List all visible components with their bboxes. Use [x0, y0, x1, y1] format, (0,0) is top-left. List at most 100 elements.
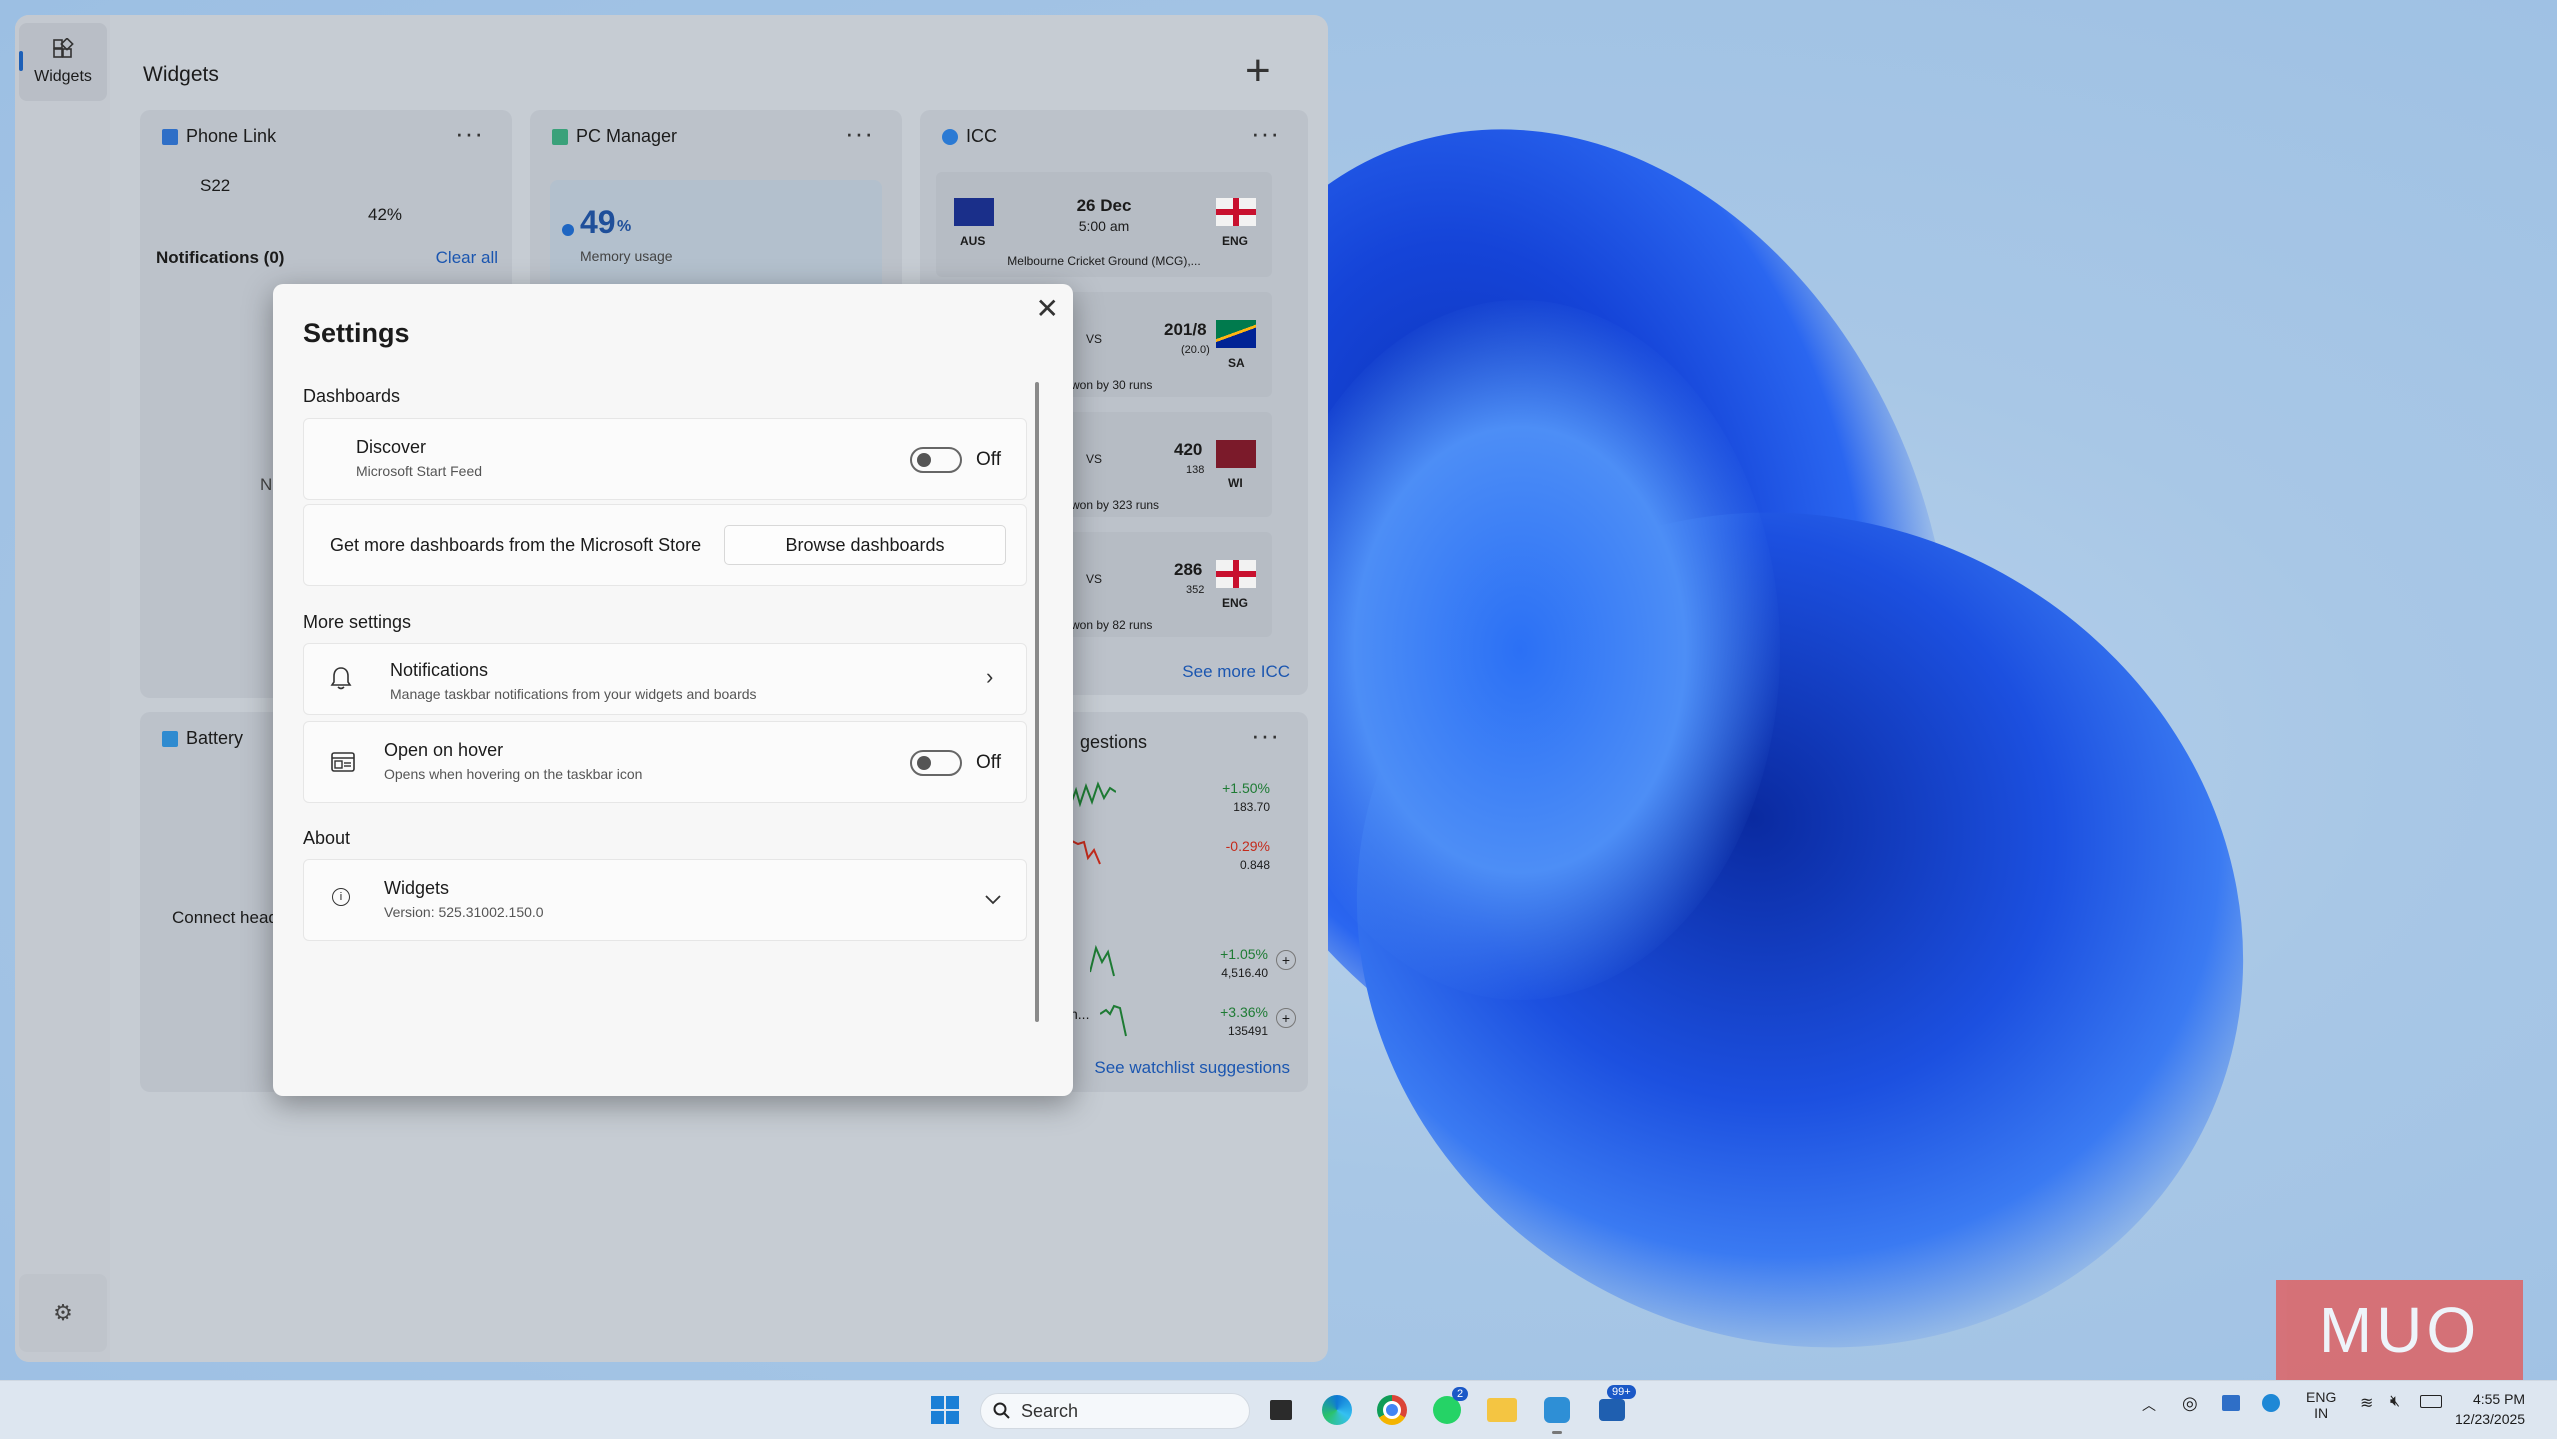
- globe-icon[interactable]: ◎: [2182, 1393, 2198, 1414]
- search-placeholder: Search: [1021, 1400, 1079, 1421]
- watchlist-item[interactable]: +1.50% 183.70: [1070, 772, 1290, 822]
- clear-all-link[interactable]: Clear all: [436, 248, 498, 268]
- add-widget-button[interactable]: +: [1245, 49, 1271, 93]
- more-options-button[interactable]: ···: [1251, 720, 1280, 751]
- phone-link-tray-icon[interactable]: [2222, 1391, 2240, 1411]
- notifications-row[interactable]: Notifications Manage taskbar notificatio…: [303, 643, 1027, 715]
- gear-icon: ⚙: [53, 1300, 73, 1325]
- file-explorer-button[interactable]: [1483, 1391, 1521, 1429]
- memory-unit: %: [617, 218, 632, 235]
- price-value: 4,516.40: [1221, 966, 1268, 980]
- start-button[interactable]: [926, 1391, 964, 1429]
- store-row: Get more dashboards from the Microsoft S…: [303, 504, 1027, 586]
- earbuds-icon: [1544, 1397, 1570, 1423]
- eng-flag-icon: [1216, 198, 1256, 226]
- volume-muted-icon[interactable]: 🔇︎: [2390, 1393, 2400, 1411]
- upcoming-match[interactable]: AUS 26 Dec 5:00 am ENG Melbourne Cricket…: [936, 172, 1272, 277]
- more-options-button[interactable]: ···: [1251, 118, 1280, 149]
- browse-dashboards-button[interactable]: Browse dashboards: [724, 525, 1006, 565]
- rail-item-label: Widgets: [34, 68, 92, 85]
- dialog-scrollbar[interactable]: [1035, 382, 1039, 1022]
- settings-dialog: ✕ Settings Dashboards Discover Microsoft…: [273, 284, 1073, 1096]
- open-on-hover-row: Open on hover Opens when hovering on the…: [303, 721, 1027, 803]
- clock[interactable]: 4:55 PM 12/23/2025: [2455, 1389, 2525, 1429]
- team-code: SA: [1228, 356, 1245, 370]
- change-value: +1.05%: [1220, 946, 1268, 962]
- battery-icon[interactable]: [2420, 1395, 2442, 1408]
- close-icon: ✕: [1035, 293, 1059, 324]
- notifications-count: Notifications (0): [156, 248, 285, 267]
- see-more-icc-link[interactable]: See more ICC: [1182, 662, 1290, 682]
- muo-watermark: MUO: [2276, 1280, 2523, 1380]
- card-title: Phone Link: [162, 126, 276, 147]
- more-options-button[interactable]: ···: [845, 118, 874, 149]
- folder-icon: [1487, 1398, 1517, 1422]
- device-name: S22: [200, 176, 231, 195]
- memory-label: Memory usage: [580, 248, 673, 264]
- task-view-button[interactable]: [1262, 1391, 1300, 1429]
- sa-flag-icon: [1216, 320, 1256, 348]
- toggle-knob: [917, 453, 931, 467]
- sparkline-icon: [1090, 944, 1115, 977]
- team-code: AUS: [960, 234, 986, 248]
- taskbar: Search 2 99+ ︿ ◎ ENG IN ≋ 🔇︎ 4:55 PM 12/2…: [0, 1380, 2557, 1439]
- add-to-watchlist-button[interactable]: +: [1276, 950, 1296, 970]
- rail-item-widgets[interactable]: Widgets: [19, 23, 107, 101]
- discover-toggle-state: Off: [976, 449, 1001, 470]
- discover-toggle[interactable]: [910, 447, 962, 473]
- dialog-title: Settings: [303, 318, 410, 348]
- rail-settings-button[interactable]: ⚙: [19, 1274, 107, 1352]
- plus-icon: +: [1245, 46, 1271, 95]
- earbuds-icon: [162, 730, 178, 747]
- language-indicator[interactable]: ENG IN: [2306, 1389, 2336, 1421]
- about-subtitle: Version: 525.31002.150.0: [384, 904, 544, 920]
- memory-dot: [562, 224, 574, 236]
- security-icon[interactable]: [2262, 1391, 2280, 1412]
- card-title: Battery: [162, 728, 243, 749]
- watchlist-item[interactable]: n... +3.36% 135491 +: [1070, 1000, 1300, 1050]
- about-row[interactable]: i Widgets Version: 525.31002.150.0: [303, 859, 1027, 941]
- discover-row: Discover Microsoft Start Feed Off: [303, 418, 1027, 500]
- more-options-button[interactable]: ···: [455, 118, 484, 149]
- chrome-button[interactable]: [1373, 1391, 1411, 1429]
- widgets-icon: [53, 38, 74, 58]
- open-on-hover-subtitle: Opens when hovering on the taskbar icon: [384, 766, 643, 782]
- price-value: 0.848: [1239, 858, 1270, 872]
- see-watchlist-suggestions-link[interactable]: See watchlist suggestions: [1094, 1058, 1290, 1078]
- change-value: -0.29%: [1225, 838, 1270, 854]
- widgets-rail: Widgets ⚙: [15, 15, 110, 1362]
- widgets-icon: [1599, 1399, 1625, 1421]
- search-box[interactable]: Search: [980, 1393, 1250, 1429]
- card-title: gestions: [1080, 732, 1148, 752]
- clock-date: 12/23/2025: [2455, 1411, 2526, 1427]
- store-text: Get more dashboards from the Microsoft S…: [330, 535, 702, 555]
- score: 286: [1174, 560, 1203, 579]
- edge-button[interactable]: [1318, 1391, 1356, 1429]
- add-to-watchlist-button[interactable]: +: [1276, 1008, 1296, 1028]
- watchlist-item[interactable]: +1.05% 4,516.40 +: [1070, 942, 1300, 992]
- overs: 138: [1186, 464, 1205, 476]
- open-on-hover-toggle[interactable]: [910, 750, 962, 776]
- chevron-up-icon[interactable]: ︿: [2142, 1395, 2156, 1415]
- match-venue: Melbourne Cricket Ground (MCG),...: [1007, 254, 1201, 268]
- whatsapp-badge: 2: [1452, 1387, 1469, 1401]
- wifi-icon[interactable]: ≋: [2360, 1393, 2373, 1413]
- clock-time: 4:55 PM: [2472, 1391, 2526, 1407]
- result-text: won by 82 runs: [1071, 618, 1153, 632]
- result-text: won by 323 runs: [1071, 498, 1160, 512]
- selected-indicator: [19, 51, 23, 71]
- search-icon: [993, 1402, 1010, 1419]
- earbuds-app-button[interactable]: [1538, 1391, 1576, 1434]
- card-title: ICC: [942, 126, 997, 147]
- open-on-hover-toggle-state: Off: [976, 752, 1001, 773]
- battery-status-text: Connect head: [172, 908, 278, 927]
- region-code: IN: [2314, 1405, 2329, 1421]
- about-header: About: [303, 828, 351, 848]
- discover-title: Discover: [356, 437, 427, 457]
- whatsapp-button[interactable]: 2: [1428, 1387, 1469, 1429]
- close-button[interactable]: ✕: [1036, 292, 1059, 325]
- notifications-title: Notifications: [390, 660, 489, 680]
- score: 201/8: [1164, 320, 1207, 339]
- watchlist-item[interactable]: -0.29% 0.848: [1070, 830, 1290, 880]
- widgets-button[interactable]: 99+: [1593, 1385, 1636, 1429]
